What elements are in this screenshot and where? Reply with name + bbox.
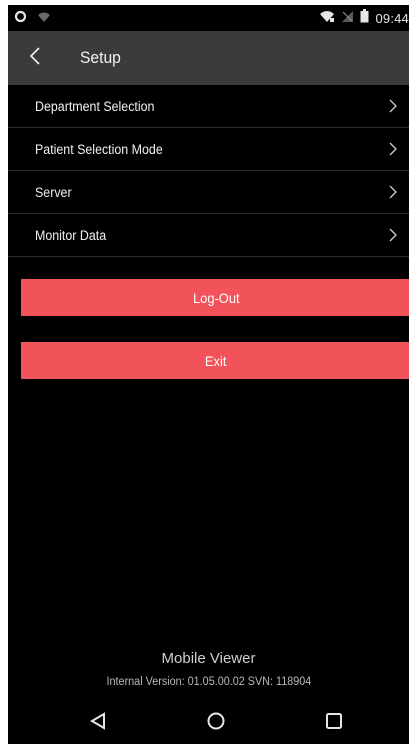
app-bar: Setup xyxy=(8,31,409,85)
menu-item-patient-selection-mode[interactable]: Patient Selection Mode xyxy=(8,128,409,171)
logout-button[interactable]: Log-Out xyxy=(21,279,409,316)
status-right-icons: 09:44 xyxy=(319,9,409,28)
nav-recent-button[interactable] xyxy=(304,702,364,744)
nav-back-button[interactable] xyxy=(68,702,128,744)
status-time: 09:44 xyxy=(375,11,409,26)
status-left-icons xyxy=(14,10,51,28)
battery-icon xyxy=(360,9,369,28)
home-circle-icon xyxy=(206,711,226,736)
menu-item-label: Monitor Data xyxy=(35,227,107,243)
menu-item-server[interactable]: Server xyxy=(8,171,409,214)
app-name: Mobile Viewer xyxy=(161,650,256,667)
device-screen: 09:44 Setup Department Selection Patient… xyxy=(8,5,409,744)
menu-item-monitor-data[interactable]: Monitor Data xyxy=(8,214,409,257)
page-title: Setup xyxy=(80,48,121,67)
menu-item-department-selection[interactable]: Department Selection xyxy=(8,85,409,128)
chevron-right-icon xyxy=(389,99,397,118)
menu-item-label: Server xyxy=(35,184,72,200)
circle-status-icon xyxy=(14,10,27,28)
chevron-right-icon xyxy=(389,228,397,247)
system-nav-bar xyxy=(8,702,409,744)
settings-menu-list: Department Selection Patient Selection M… xyxy=(8,85,409,257)
status-bar: 09:44 xyxy=(8,5,409,31)
menu-item-label: Patient Selection Mode xyxy=(35,141,163,157)
menu-item-label: Department Selection xyxy=(35,98,155,114)
chevron-left-icon xyxy=(29,46,41,71)
logout-button-label: Log-Out xyxy=(192,289,240,306)
version-text: Internal Version: 01.05.00.02 SVN: 11890… xyxy=(106,676,311,688)
chevron-right-icon xyxy=(389,142,397,161)
wifi-signal-icon xyxy=(319,10,335,28)
nav-home-button[interactable] xyxy=(186,702,246,744)
version-info: Internal Version: 01.05.00.02 SVN: 11890… xyxy=(8,676,409,688)
chevron-right-icon xyxy=(389,185,397,204)
exit-button[interactable]: Exit xyxy=(21,342,409,379)
back-button[interactable] xyxy=(8,31,62,85)
exit-button-label: Exit xyxy=(205,352,227,369)
signal-off-icon xyxy=(341,10,354,28)
back-triangle-icon xyxy=(90,711,106,735)
recent-square-icon xyxy=(325,712,343,735)
wifi-icon xyxy=(37,10,51,28)
